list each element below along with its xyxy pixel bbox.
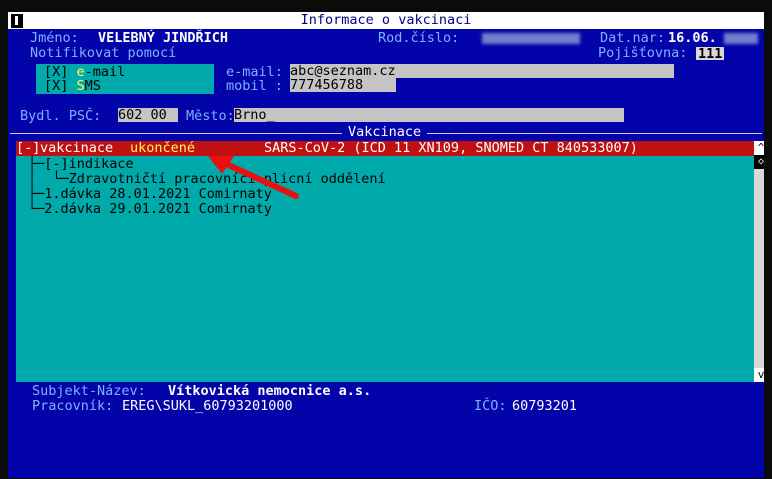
tree-root-row[interactable]: [-] vakcinace ukončené SARS-CoV-2 (ICD 1…: [16, 141, 756, 156]
worker-label: Pracovník:: [32, 398, 114, 414]
tree-root-label: vakcinace: [40, 140, 122, 156]
worker-value: EREG\SUKL_60793201000: [122, 398, 293, 414]
scroll-thumb-icon[interactable]: ◇: [754, 155, 764, 169]
city-field-text: Brno_: [234, 107, 275, 123]
subject-value: Vítkovická nemocnice a.s.: [168, 383, 372, 399]
tree-scrollbar[interactable]: ^ ◇ v: [754, 141, 764, 382]
sms-checkbox[interactable]: [X] SMS: [44, 79, 101, 94]
psc-field[interactable]: 602 00: [118, 107, 178, 123]
tree-root-prefix: [-]: [16, 140, 41, 156]
notify-label: Notifikovat pomocí: [30, 45, 177, 61]
mobile-field-text: 777456788: [290, 77, 364, 93]
section-title: Vakcinace: [342, 125, 428, 140]
rc-value-redacted: [482, 33, 580, 44]
rc-label: Rod.číslo:: [378, 30, 460, 46]
name-label: Jméno:: [30, 30, 79, 46]
tree-node-indication[interactable]: ├─[-]indikace: [28, 157, 134, 172]
dob-value: 16.06.: [668, 30, 717, 46]
psc-field-text: 602 00: [118, 107, 167, 123]
tree-root-status: ukončené: [130, 140, 196, 156]
scroll-up-icon[interactable]: ^: [754, 141, 764, 155]
ico-value: 60793201: [512, 398, 578, 414]
dob-year-redacted: [724, 33, 758, 44]
psc-label: Bydl. PSČ:: [20, 108, 102, 124]
ico-label: IČO:: [474, 398, 507, 414]
subject-label: Subjekt-Název:: [32, 383, 146, 399]
dos-window: Informace o vakcinaci Jméno: VELEBNÝ JIN…: [8, 12, 764, 478]
insurer-label: Pojišťovna:: [598, 45, 688, 61]
city-label: Město:: [186, 108, 235, 124]
insurer-value[interactable]: 111: [696, 47, 725, 62]
patient-name: VELEBNÝ JINDŘICH: [98, 30, 229, 46]
tree-root-detail: SARS-CoV-2 (ICD 11 XN109, SNOMED CT 8405…: [264, 140, 638, 156]
mobile-label: mobil :: [226, 78, 283, 94]
email-field[interactable]: abc@seznam.cz: [290, 64, 674, 79]
dob-label: Dat.nar:: [600, 30, 666, 46]
city-field[interactable]: Brno_: [234, 107, 624, 123]
red-arrow-annotation-icon: [208, 156, 299, 199]
mobile-field[interactable]: 777456788: [290, 77, 396, 93]
window-title: Informace o vakcinaci: [300, 12, 472, 28]
scroll-down-icon[interactable]: v: [754, 368, 764, 382]
title-bar: Informace o vakcinaci: [8, 12, 764, 29]
